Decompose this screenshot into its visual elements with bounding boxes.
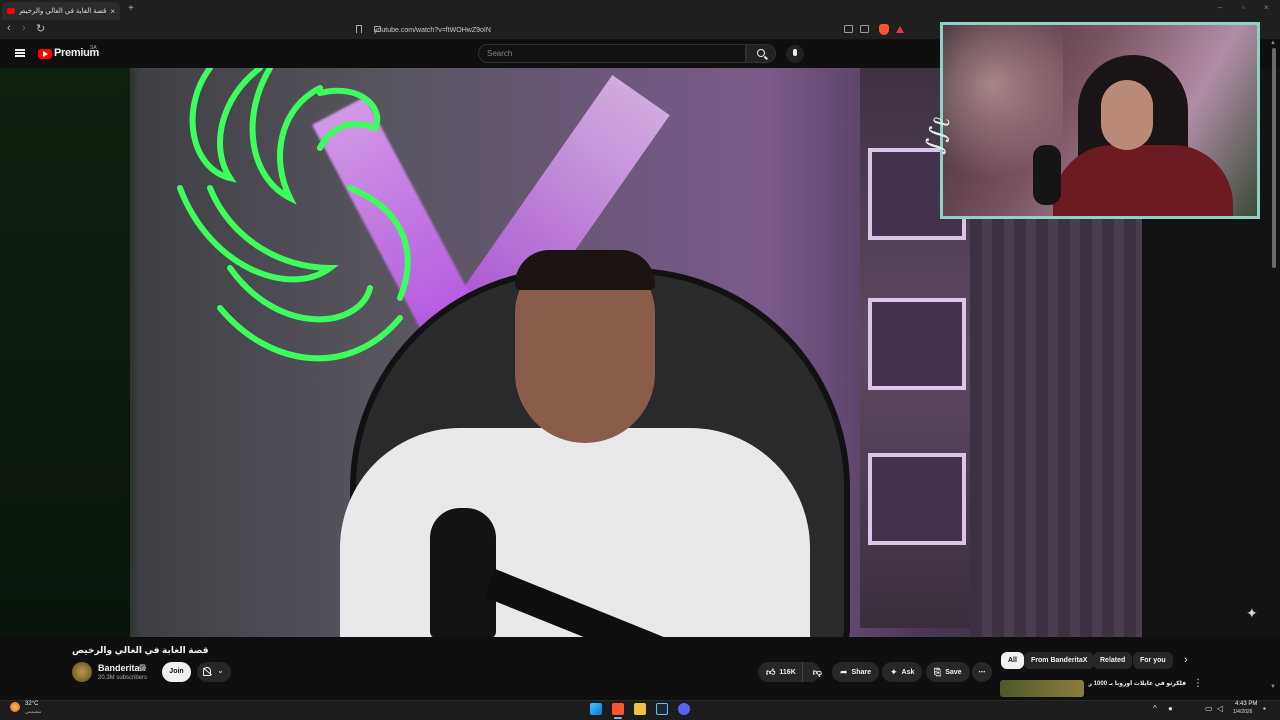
brave-browser-taskbar-icon[interactable] — [612, 703, 624, 715]
chips-next-icon[interactable]: › — [1184, 654, 1188, 666]
more-actions-button[interactable]: ⋯ — [972, 662, 992, 682]
like-dislike-bar[interactable]: 👍︎ 116K 👎︎ — [758, 662, 822, 682]
video-title: قصة الغابة في الغالي والرخيص — [72, 645, 209, 655]
curtain — [970, 218, 1142, 637]
like-button[interactable]: 👍︎ 116K — [758, 662, 803, 682]
clock-time[interactable]: 4:43 PM — [1235, 701, 1257, 707]
recommendation-menu-icon[interactable]: ⋮ — [1193, 678, 1203, 689]
window-close-button[interactable]: × — [1264, 3, 1269, 12]
new-tab-button[interactable]: + — [128, 3, 134, 14]
bookmark-icon[interactable] — [356, 25, 362, 33]
scroll-up-icon[interactable]: ▲ — [1270, 40, 1276, 46]
sparkle-icon: ✦ — [890, 666, 898, 677]
youtube-logo-icon[interactable] — [38, 49, 52, 59]
weather-sun-icon[interactable] — [10, 702, 20, 712]
youtube-favicon-icon — [7, 8, 15, 14]
site-info-icon[interactable] — [374, 26, 381, 32]
like-count: 116K — [779, 668, 796, 676]
video-watermark-icon: ✦ — [1246, 605, 1258, 621]
ask-label: Ask — [901, 668, 915, 676]
maximize-button[interactable]: ▫ — [1242, 3, 1245, 12]
search-button[interactable] — [746, 44, 776, 63]
chip-all[interactable]: All — [1001, 652, 1024, 669]
steam-icon[interactable] — [656, 703, 668, 715]
chip-for-you[interactable]: For you — [1133, 652, 1173, 669]
channel-avatar[interactable] — [72, 662, 92, 682]
scroll-down-icon[interactable]: ▼ — [1270, 684, 1276, 690]
thumbs-up-icon: 👍︎ — [766, 666, 776, 677]
brave-shields-icon[interactable] — [879, 24, 889, 35]
webcam-microphone — [1033, 145, 1061, 205]
start-menu-icon[interactable] — [590, 703, 602, 715]
discord-icon[interactable] — [678, 703, 690, 715]
streamer-webcam-overlay — [940, 22, 1260, 219]
minimize-button[interactable]: – — [1218, 3, 1222, 12]
voice-search-mic-icon[interactable] — [786, 45, 804, 63]
studio-microphone — [430, 508, 496, 637]
thumbs-down-icon[interactable]: 👎︎ — [807, 667, 822, 678]
bookmark-add-icon: ⎘ — [934, 666, 942, 677]
forward-button[interactable]: › — [22, 22, 26, 34]
share-page-icon[interactable] — [860, 25, 869, 33]
address-bar[interactable]: youtube.com/watch?v=ftWOHwZ9oIN — [352, 22, 912, 38]
tray-overflow-icon[interactable]: ^ — [1153, 704, 1157, 713]
chevron-down-icon: ⌄ — [217, 666, 224, 675]
weather-temperature[interactable]: 32°C — [25, 701, 38, 707]
page-scrollbar[interactable] — [1272, 48, 1276, 268]
screen-cast-icon[interactable] — [844, 25, 853, 33]
volume-icon[interactable]: ◁ — [1217, 704, 1223, 713]
chip-from-channel[interactable]: From BanderitaX — [1024, 652, 1095, 669]
url-text: youtube.com/watch?v=ftWOHwZ9oIN — [374, 26, 491, 34]
reload-button[interactable]: ↻ — [36, 22, 45, 35]
tab-close-icon[interactable]: × — [110, 7, 115, 16]
neon-bird-logo — [177, 68, 411, 362]
search-input[interactable] — [478, 44, 746, 63]
browser-tab-bar — [0, 0, 1280, 20]
ask-button[interactable]: ✦ Ask — [882, 662, 923, 682]
save-label: Save — [945, 668, 962, 676]
region-code: SA — [90, 45, 97, 51]
subscribe-notification-button[interactable]: ⌄ — [197, 662, 231, 682]
file-explorer-icon[interactable] — [634, 703, 646, 715]
microphone-icon[interactable]: ● — [1168, 704, 1173, 713]
subscriber-count: 20.3M subscribers — [98, 675, 148, 681]
recommended-video-title[interactable]: فلكرتو في عايلات أوروبا بـ 1000 ريال ر.ب… — [1088, 680, 1186, 688]
active-app-indicator — [614, 717, 622, 719]
tab-title: قصة الغابة في الغالي والرخيص — [19, 8, 107, 15]
menu-icon[interactable] — [15, 49, 25, 57]
browser-tab[interactable]: قصة الغابة في الغالي والرخيص × — [2, 2, 120, 20]
notification-icon[interactable]: ▪ — [1263, 704, 1266, 713]
save-button[interactable]: ⎘ Save — [926, 662, 970, 682]
recommended-video-thumbnail[interactable] — [1000, 680, 1084, 697]
clock-date[interactable]: 1/4/2026 — [1233, 709, 1252, 715]
back-button[interactable]: ‹ — [7, 22, 11, 34]
join-button[interactable]: Join — [162, 662, 191, 682]
weather-condition: مشمس — [25, 709, 42, 715]
share-label: Share — [851, 668, 872, 676]
verified-badge-icon: ✓ — [139, 664, 146, 671]
share-arrow-icon: ➦ — [840, 666, 848, 677]
brave-rewards-icon[interactable] — [896, 26, 904, 33]
share-button[interactable]: ➦ Share — [832, 662, 880, 682]
network-icon[interactable]: ▭ — [1205, 704, 1213, 713]
chip-related[interactable]: Related — [1093, 652, 1133, 669]
